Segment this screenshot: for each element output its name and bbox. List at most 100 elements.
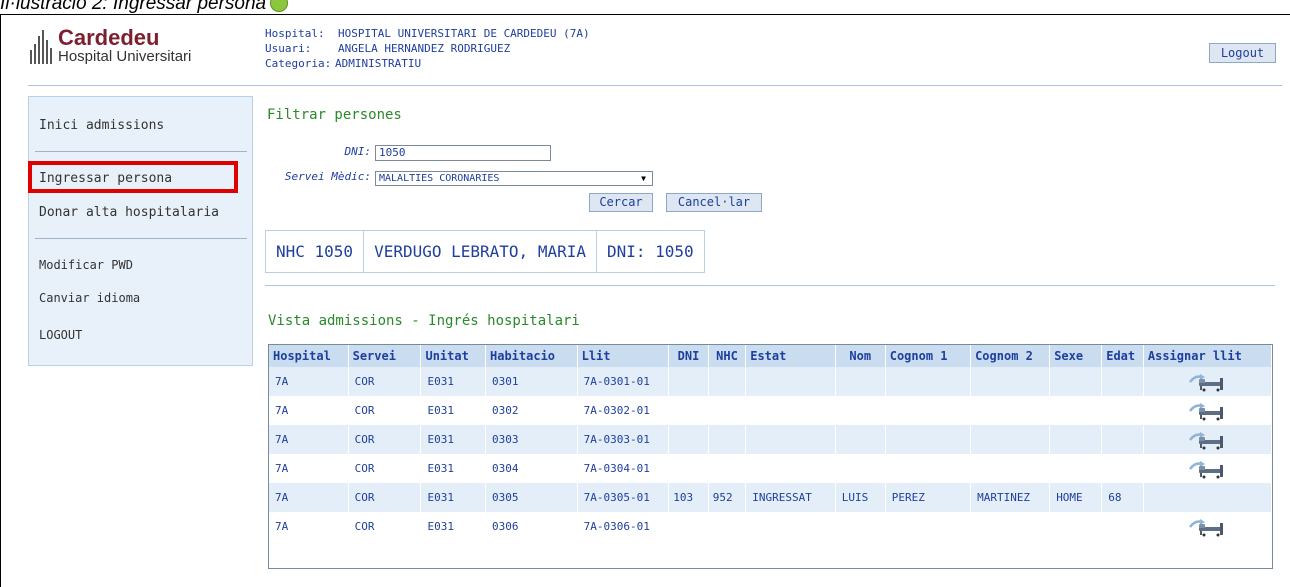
hospital-logo: Cardedeu Hospital Universitari bbox=[30, 27, 191, 65]
col-dni[interactable]: DNI bbox=[668, 345, 709, 367]
cell-hospital: 7A bbox=[269, 396, 349, 425]
cell-estat bbox=[745, 454, 836, 483]
sidebar-item-inici-admissions[interactable]: Inici admissions bbox=[39, 118, 164, 133]
cell-assign[interactable] bbox=[1143, 396, 1273, 425]
cell-nom bbox=[835, 396, 886, 425]
sidebar: Inici admissions Ingressar persona Donar… bbox=[28, 96, 253, 366]
logout-button[interactable]: Logout bbox=[1209, 43, 1276, 63]
sidebar-item-logout[interactable]: LOGOUT bbox=[39, 328, 82, 342]
cell-edat bbox=[1101, 512, 1144, 541]
cell-llit: 7A-0302-01 bbox=[577, 396, 670, 425]
cell-habitacio: 0305 bbox=[485, 483, 578, 512]
col-assignar-llit[interactable]: Assignar llit bbox=[1143, 345, 1273, 367]
cell-sexe bbox=[1049, 512, 1103, 541]
cell-estat bbox=[745, 396, 836, 425]
assign-bed-icon[interactable] bbox=[1187, 430, 1227, 450]
cell-cognom2 bbox=[970, 396, 1051, 425]
cell-nhc: 952 bbox=[708, 483, 747, 512]
cancel-button[interactable]: Cancel·lar bbox=[666, 193, 762, 212]
search-button[interactable]: Cercar bbox=[589, 193, 653, 212]
cell-assign[interactable] bbox=[1143, 454, 1273, 483]
cell-assign[interactable] bbox=[1143, 367, 1273, 396]
cell-cognom2: MARTINEZ bbox=[970, 483, 1051, 512]
usuari-label: Usuari: bbox=[265, 42, 312, 55]
table-title: Vista admissions - Ingrés hospitalari bbox=[268, 313, 580, 329]
sidebar-item-donar-alta[interactable]: Donar alta hospitalaria bbox=[39, 205, 219, 220]
assign-bed-icon[interactable] bbox=[1187, 459, 1227, 479]
figure-caption: Il·lustració 2: Ingressar persona bbox=[0, 0, 289, 14]
cell-estat bbox=[745, 425, 836, 454]
cell-llit: 7A-0305-01 bbox=[577, 483, 670, 512]
col-nom[interactable]: Nom bbox=[835, 345, 886, 367]
dni-input[interactable]: 1050 bbox=[375, 145, 551, 161]
cell-cognom1 bbox=[885, 367, 972, 396]
cell-unitat: E031 bbox=[420, 367, 486, 396]
cell-cognom2 bbox=[970, 454, 1051, 483]
cell-edat bbox=[1101, 425, 1144, 454]
section-divider bbox=[265, 285, 1275, 286]
cell-edat bbox=[1101, 454, 1144, 483]
cell-servei: COR bbox=[348, 425, 422, 454]
cell-dni bbox=[668, 512, 709, 541]
assign-bed-icon[interactable] bbox=[1187, 401, 1227, 421]
cell-nom bbox=[835, 512, 886, 541]
col-nhc[interactable]: NHC bbox=[708, 345, 747, 367]
cell-assign[interactable] bbox=[1143, 425, 1273, 454]
cell-unitat: E031 bbox=[420, 396, 486, 425]
highlight-box bbox=[28, 161, 238, 193]
assign-bed-icon[interactable] bbox=[1187, 517, 1227, 537]
cell-estat bbox=[745, 512, 836, 541]
col-cognom1[interactable]: Cognom 1 bbox=[885, 345, 972, 367]
cell-cognom1 bbox=[885, 425, 972, 454]
cell-habitacio: 0306 bbox=[485, 512, 578, 541]
cell-llit: 7A-0303-01 bbox=[577, 425, 670, 454]
col-servei[interactable]: Servei bbox=[348, 345, 422, 367]
session-info: Hospital: HOSPITAL UNIVERSITARI DE CARDED… bbox=[265, 26, 590, 71]
cell-unitat: E031 bbox=[420, 454, 486, 483]
cell-habitacio: 0301 bbox=[485, 367, 578, 396]
cell-nhc bbox=[708, 396, 747, 425]
table-row: 7A COR E031 0305 7A-0305-01 103 952 INGRESSAT LU… bbox=[269, 483, 1273, 512]
cell-sexe bbox=[1049, 454, 1103, 483]
cell-assign[interactable] bbox=[1143, 512, 1273, 541]
cell-dni bbox=[668, 367, 709, 396]
cell-habitacio: 0303 bbox=[485, 425, 578, 454]
cell-hospital: 7A bbox=[269, 367, 349, 396]
assign-bed-icon[interactable] bbox=[1187, 372, 1227, 392]
cell-habitacio: 0304 bbox=[485, 454, 578, 483]
cell-edat bbox=[1101, 367, 1144, 396]
cell-hospital: 7A bbox=[269, 483, 349, 512]
cell-nom bbox=[835, 425, 886, 454]
col-habitacio[interactable]: Habitacio bbox=[485, 345, 578, 367]
col-estat[interactable]: Estat bbox=[745, 345, 836, 367]
cell-unitat: E031 bbox=[420, 425, 486, 454]
cell-dni: 103 bbox=[668, 483, 709, 512]
servei-select[interactable]: MALALTIES CORONARIES ▼ bbox=[375, 171, 653, 186]
cell-nom: LUIS bbox=[835, 483, 886, 512]
cell-servei: COR bbox=[348, 512, 422, 541]
col-edat[interactable]: Edat bbox=[1101, 345, 1144, 367]
col-sexe[interactable]: Sexe bbox=[1049, 345, 1103, 367]
sidebar-item-canviar-idioma[interactable]: Canviar idioma bbox=[39, 291, 140, 305]
col-cognom2[interactable]: Cognom 2 bbox=[970, 345, 1051, 367]
sidebar-divider bbox=[35, 151, 247, 152]
cell-cognom2 bbox=[970, 425, 1051, 454]
cell-unitat: E031 bbox=[420, 483, 486, 512]
cell-sexe: HOME bbox=[1049, 483, 1103, 512]
col-unitat[interactable]: Unitat bbox=[420, 345, 486, 367]
col-hospital[interactable]: Hospital bbox=[269, 345, 349, 367]
cell-sexe bbox=[1049, 367, 1103, 396]
logo-subtitle: Hospital Universitari bbox=[58, 48, 192, 65]
cell-nhc bbox=[708, 454, 747, 483]
sidebar-item-modificar-pwd[interactable]: Modificar PWD bbox=[39, 258, 133, 272]
patient-name: VERDUGO LEBRATO, MARIA bbox=[364, 231, 597, 272]
admissions-table: Hospital Servei Unitat Habitacio Llit DN… bbox=[269, 345, 1273, 541]
cell-hospital: 7A bbox=[269, 425, 349, 454]
cell-cognom1: PEREZ bbox=[885, 483, 972, 512]
cell-assign bbox=[1143, 483, 1273, 512]
table-header-row: Hospital Servei Unitat Habitacio Llit DN… bbox=[269, 345, 1273, 367]
table-row: 7A COR E031 0303 7A-0303-01 bbox=[269, 425, 1273, 454]
cell-servei: COR bbox=[348, 396, 422, 425]
col-llit[interactable]: Llit bbox=[577, 345, 670, 367]
cell-hospital: 7A bbox=[269, 454, 349, 483]
